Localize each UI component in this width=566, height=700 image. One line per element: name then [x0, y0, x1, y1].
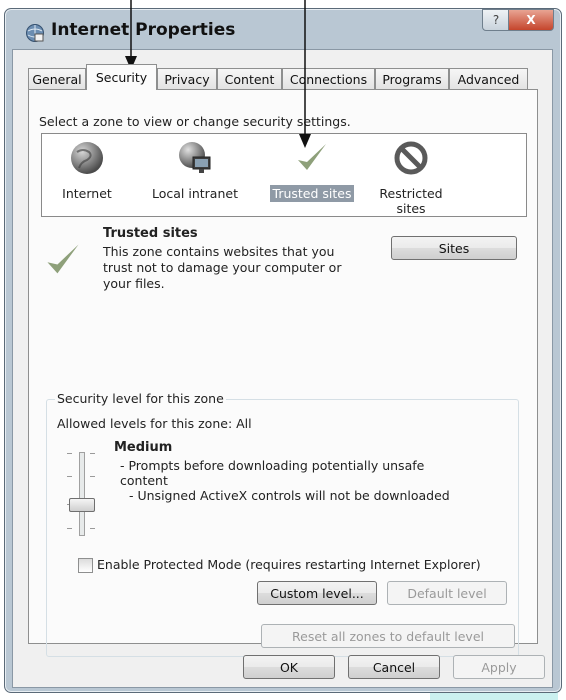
zone-label: Restricted sites [379, 186, 443, 216]
tab-content[interactable]: Content [217, 68, 282, 89]
ok-button[interactable]: OK [243, 655, 335, 679]
default-level-button: Default level [387, 581, 507, 605]
zone-prompt: Select a zone to view or change security… [39, 114, 351, 129]
slider-tick [67, 453, 72, 454]
close-button[interactable]: X [508, 9, 554, 31]
tab-advanced[interactable]: Advanced [449, 68, 528, 89]
tab-general[interactable]: General [28, 68, 86, 89]
security-level-bullet: - Prompts before downloading potentially… [120, 458, 425, 488]
zone-internet[interactable]: Internet [56, 140, 118, 201]
zone-label: Internet [62, 186, 112, 201]
allowed-levels-text: Allowed levels for this zone: All [57, 416, 252, 431]
security-level-name: Medium [114, 440, 173, 455]
security-tab-panel: Select a zone to view or change security… [28, 89, 538, 657]
zone-label-selected: Trusted sites [269, 185, 355, 202]
apply-button: Apply [453, 655, 545, 679]
protected-mode-label[interactable]: Enable Protected Mode (requires restarti… [97, 557, 481, 572]
no-entry-icon [394, 141, 428, 175]
tab-strip: General Security Privacy Content Connect… [28, 64, 538, 90]
zone-restricted-sites[interactable]: Restricted sites [379, 140, 443, 216]
slider-tick [67, 528, 72, 529]
globe-icon [71, 142, 103, 174]
custom-level-button[interactable]: Custom level... [257, 581, 377, 605]
sites-button[interactable]: Sites [391, 236, 517, 260]
zone-list: Internet Local intranet Trusted sites Re… [41, 133, 527, 217]
window-title: Internet Properties [51, 20, 236, 40]
checkmark-icon [298, 144, 326, 170]
security-level-slider[interactable] [69, 498, 95, 512]
tab-security[interactable]: Security [86, 64, 157, 90]
slider-tick [90, 476, 95, 477]
title-bar: Internet Properties ? X [5, 9, 561, 49]
tab-privacy[interactable]: Privacy [157, 68, 217, 89]
tab-connections[interactable]: Connections [282, 68, 375, 89]
zone-label: Local intranet [152, 186, 238, 201]
tab-programs[interactable]: Programs [375, 68, 449, 89]
security-level-group: Security level for this zone Allowed lev… [46, 391, 519, 657]
slider-tick [67, 476, 72, 477]
checkmark-icon [47, 244, 79, 274]
cancel-button[interactable]: Cancel [348, 655, 440, 679]
slider-track [79, 452, 85, 536]
group-label: Security level for this zone [55, 391, 226, 406]
internet-properties-dialog: Internet Properties ? X General Security… [4, 8, 562, 693]
protected-mode-checkbox[interactable] [78, 558, 93, 573]
zone-trusted-sites[interactable]: Trusted sites [266, 140, 358, 202]
security-level-bullet: - Unsigned ActiveX controls will not be … [129, 488, 450, 503]
help-button[interactable]: ? [482, 9, 510, 31]
internet-options-icon [26, 24, 44, 42]
zone-info-title: Trusted sites [103, 226, 198, 241]
dialog-client-area: General Security Privacy Content Connect… [12, 49, 553, 688]
intranet-globe-icon [179, 142, 211, 173]
slider-tick [90, 453, 95, 454]
zone-local-intranet[interactable]: Local intranet [140, 140, 250, 201]
zone-info-description: This zone contains websites that you tru… [103, 244, 342, 291]
reset-all-zones-button: Reset all zones to default level [261, 624, 515, 648]
slider-tick [90, 528, 95, 529]
